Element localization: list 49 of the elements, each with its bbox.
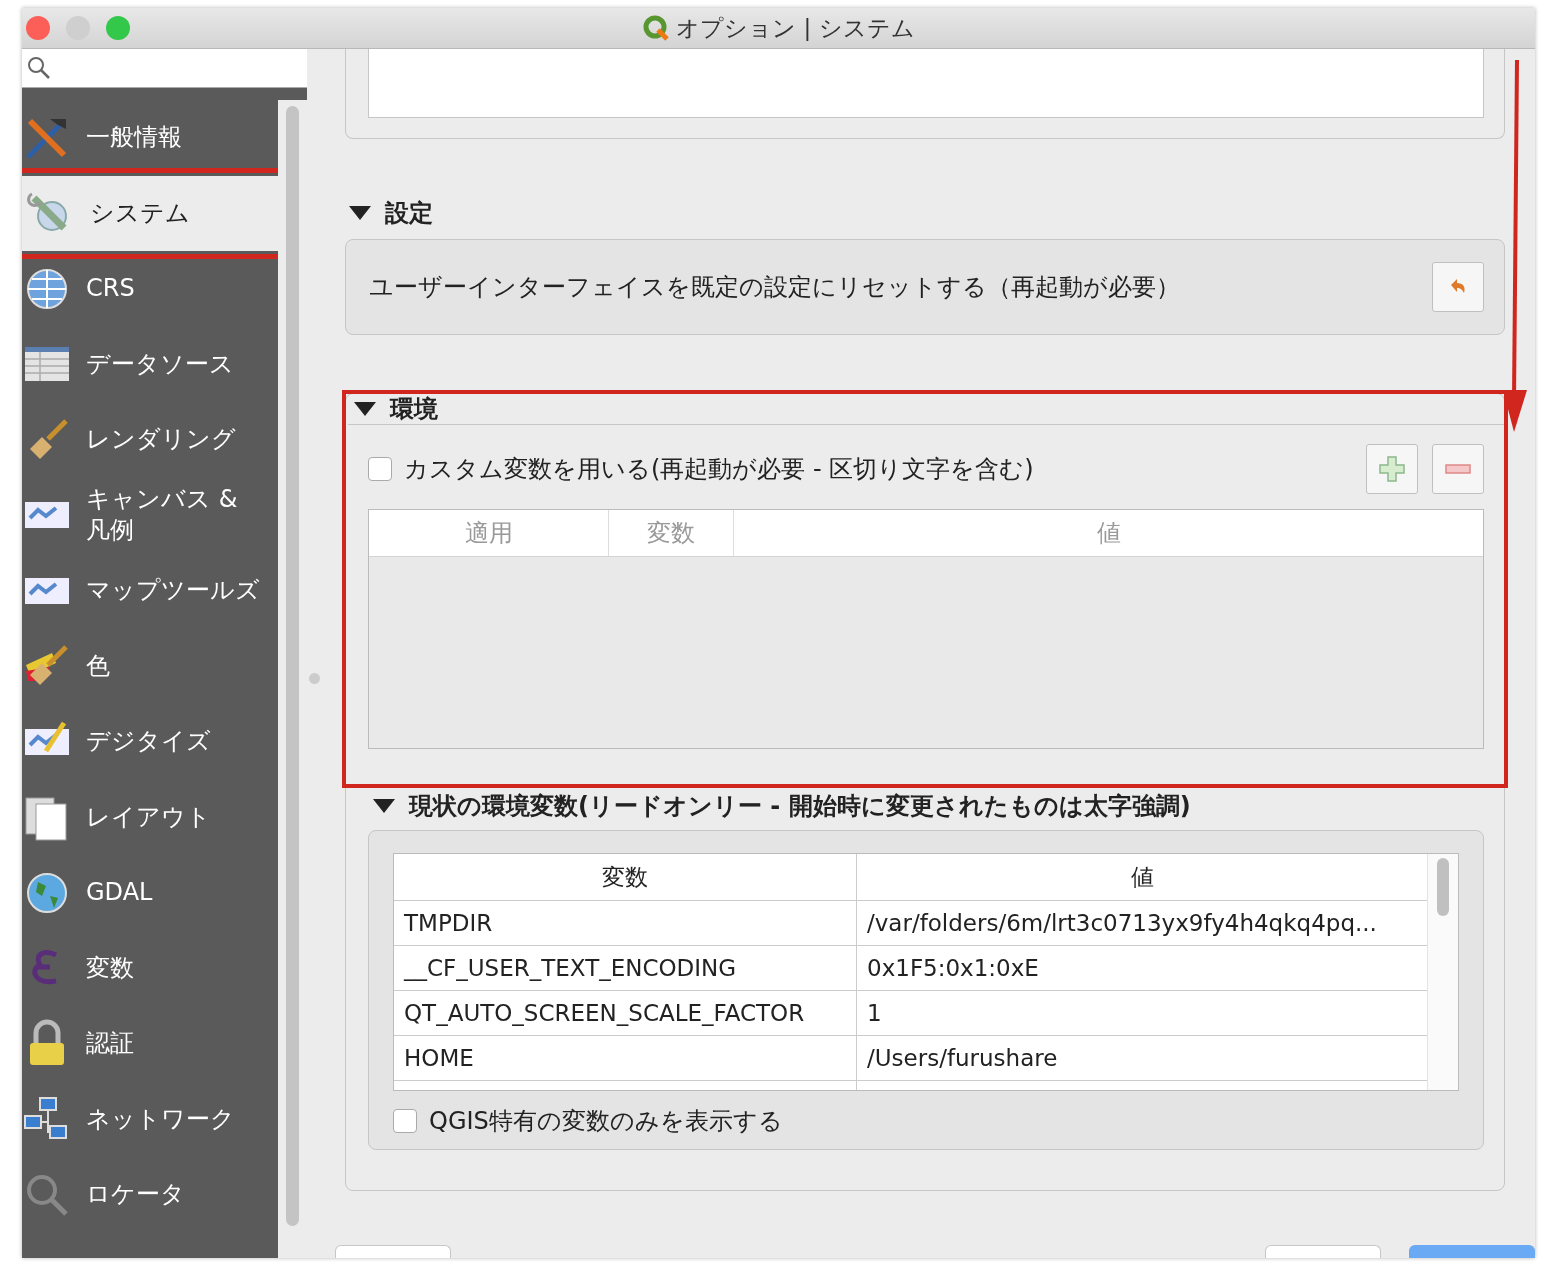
sidebar-item[interactable]: GDAL: [22, 855, 278, 931]
sidebar-item[interactable]: 変数: [22, 930, 278, 1006]
table-cell: QT_AUTO_SCREEN_SCALE_FACTOR: [394, 991, 857, 1035]
sidebar-item[interactable]: 色: [22, 628, 278, 704]
scrollbar-thumb[interactable]: [1437, 858, 1449, 916]
sidebar-item[interactable]: レンダリング: [22, 402, 278, 478]
column-header[interactable]: 値: [857, 854, 1427, 900]
table-cell: __CF_USER_TEXT_ENCODING: [394, 946, 857, 990]
plus-icon: [1377, 454, 1407, 484]
section-toggle[interactable]: 環境: [348, 394, 1504, 425]
search-field[interactable]: [22, 49, 307, 88]
window-title: オプション | システム: [676, 13, 915, 43]
section-toggle[interactable]: 現状の環境変数(リードオンリー - 開始時に変更されたものは太字強調): [373, 790, 1504, 822]
sidebar-item[interactable]: デジタイズ: [22, 704, 278, 780]
sidebar-item[interactable]: ネットワーク: [22, 1081, 278, 1157]
dialog-button[interactable]: [335, 1245, 451, 1258]
sidebar-item[interactable]: ロケータ: [22, 1157, 278, 1233]
add-button[interactable]: [1366, 444, 1418, 494]
reset-label: ユーザーインターフェイスを既定の設定にリセットする（再起動が必要）: [369, 272, 1180, 303]
close-button[interactable]: [26, 16, 50, 40]
app-logo-icon: [642, 14, 671, 42]
sidebar-item[interactable]: 認証: [22, 1006, 278, 1082]
column-header[interactable]: 変数: [394, 854, 857, 900]
table-cell-text: /var/folders/6m/lrt3c0713yx9fy4h4qkq4pq...: [866, 909, 1378, 938]
splitter-handle[interactable]: [309, 673, 320, 684]
sidebar-item[interactable]: データソース: [22, 326, 278, 402]
checkbox[interactable]: [368, 457, 392, 481]
dialog-button[interactable]: [1409, 1245, 1535, 1258]
section-toggle[interactable]: 設定: [349, 197, 1505, 229]
checkbox-label: QGIS特有の変数のみを表示する: [429, 1106, 783, 1137]
scrollbar-thumb[interactable]: [286, 106, 299, 1226]
checkbox-label: カスタム変数を用いる(再起動が必要 - 区切り文字を含む): [404, 454, 1034, 485]
sidebar-item[interactable]: レイアウト: [22, 779, 278, 855]
sidebar-item[interactable]: マップツールズ: [22, 553, 278, 629]
sidebar-item[interactable]: 一般情報: [22, 100, 278, 176]
text-area[interactable]: [368, 49, 1484, 118]
remove-button[interactable]: [1432, 444, 1484, 494]
table-cell-text: /Users/furushare: [866, 1044, 1059, 1073]
table-cell-text: 0x1F5:0x1:0xE: [866, 954, 1040, 983]
sidebar-item[interactable]: キャンバス & 凡例: [22, 477, 278, 553]
dialog-button[interactable]: [1265, 1245, 1381, 1258]
table-cell-text: 1: [866, 999, 883, 1028]
search-icon: [26, 55, 52, 81]
table-cell: TMPDIR: [394, 901, 857, 945]
sidebar-item[interactable]: CRS: [22, 251, 278, 327]
zoom-button[interactable]: [106, 16, 130, 40]
table-cell: HOME: [394, 1036, 857, 1080]
reset-button[interactable]: [1432, 262, 1484, 312]
checkbox[interactable]: [393, 1109, 417, 1133]
